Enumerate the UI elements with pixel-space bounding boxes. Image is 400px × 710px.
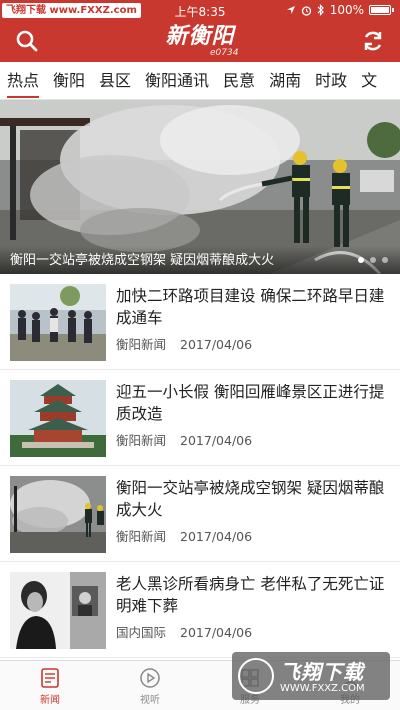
- news-source: 衡阳新闻: [116, 433, 167, 448]
- battery-percent: 100%: [329, 3, 364, 17]
- location-arrow-icon: [286, 6, 295, 14]
- tab-counties[interactable]: 县区: [92, 62, 138, 99]
- headline-carousel[interactable]: 衡阳一交站亭被烧成空钢架 疑因烟蒂酿成大火: [0, 100, 400, 274]
- news-date: 2017/04/06: [180, 433, 253, 448]
- news-title: 迎五一小长假 衡阳回雁峰景区正进行提质改造: [116, 383, 385, 423]
- battery-tip: [392, 8, 394, 12]
- tab-public-opinion[interactable]: 民意: [216, 62, 262, 99]
- carousel-caption: 衡阳一交站亭被烧成空钢架 疑因烟蒂酿成大火: [10, 253, 275, 268]
- nav-media-label: 视听: [140, 695, 160, 706]
- news-thumbnail-meeting: [10, 284, 106, 361]
- tab-hot[interactable]: 热点: [0, 62, 46, 99]
- news-item[interactable]: 衡阳一交站亭被烧成空钢架 疑因烟蒂酿成大火 衡阳新闻 2017/04/06: [0, 466, 400, 562]
- news-title: 老人黑诊所看病身亡 老伴私了无死亡证明难下葬: [116, 575, 385, 615]
- news-thumbnail-pavilion: [10, 380, 106, 457]
- app-logo: 新衡阳 e0734: [0, 24, 400, 58]
- nav-news[interactable]: 新闻: [0, 661, 100, 710]
- status-bar: 飞翔下载 www.FXXZ.com 上午8:35 100%: [0, 0, 400, 20]
- nav-media[interactable]: 视听: [100, 661, 200, 710]
- news-title: 加快二环路项目建设 确保二环路早日建成通车: [116, 287, 385, 327]
- news-date: 2017/04/06: [180, 337, 253, 352]
- tab-politics[interactable]: 时政: [308, 62, 354, 99]
- news-date: 2017/04/06: [180, 625, 253, 640]
- news-date: 2017/04/06: [180, 529, 253, 544]
- news-meta: 衡阳新闻 2017/04/06: [116, 430, 252, 449]
- news-meta: 国内国际 2017/04/06: [116, 622, 252, 641]
- refresh-button[interactable]: [360, 28, 386, 54]
- category-tabs: 热点 衡阳 县区 衡阳通讯 民意 湖南 时政文: [0, 62, 400, 100]
- news-source: 衡阳新闻: [116, 529, 167, 544]
- news-list: 加快二环路项目建设 确保二环路早日建成通车 衡阳新闻 2017/04/06 迎五一…: [0, 274, 400, 658]
- logo-title: 新衡阳: [165, 24, 235, 49]
- tab-hengyang[interactable]: 衡阳: [46, 62, 92, 99]
- tab-culture[interactable]: 文: [354, 62, 384, 99]
- play-icon: [140, 668, 160, 688]
- bluetooth-icon: [317, 4, 324, 16]
- news-item[interactable]: 迎五一小长假 衡阳回雁峰景区正进行提质改造 衡阳新闻 2017/04/06: [0, 370, 400, 466]
- tab-hengyang-news[interactable]: 衡阳通讯: [138, 62, 216, 99]
- news-item[interactable]: 加快二环路项目建设 确保二环路早日建成通车 衡阳新闻 2017/04/06: [0, 274, 400, 370]
- watermark-url: WWW.FXXZ.COM: [280, 683, 365, 694]
- news-meta: 衡阳新闻 2017/04/06: [116, 334, 252, 353]
- watermark: 飞翔下载 WWW.FXXZ.COM: [232, 652, 390, 700]
- carousel-dot[interactable]: [370, 257, 376, 263]
- news-title: 衡阳一交站亭被烧成空钢架 疑因烟蒂酿成大火: [116, 479, 385, 519]
- news-thumbnail-fire: [10, 476, 106, 553]
- logo-subtitle: e0734: [210, 48, 239, 58]
- news-item[interactable]: 老人黑诊所看病身亡 老伴私了无死亡证明难下葬 国内国际 2017/04/06: [0, 562, 400, 658]
- news-icon: [41, 668, 59, 688]
- watermark-logo-icon: [238, 658, 274, 694]
- news-source: 衡阳新闻: [116, 337, 167, 352]
- news-source: 国内国际: [116, 625, 167, 640]
- alarm-icon: [301, 5, 311, 16]
- battery-icon: [369, 5, 391, 15]
- carousel-dots: [358, 257, 388, 263]
- tab-hunan[interactable]: 湖南: [262, 62, 308, 99]
- news-thumbnail-elder: [10, 572, 106, 649]
- refresh-icon: [364, 31, 382, 51]
- nav-news-label: 新闻: [40, 695, 60, 706]
- app-header: 新衡阳 e0734: [0, 20, 400, 62]
- carousel-dot[interactable]: [382, 257, 388, 263]
- news-meta: 衡阳新闻 2017/04/06: [116, 526, 252, 545]
- watermark-title: 飞翔下载: [280, 660, 364, 684]
- status-right: 100%: [286, 3, 394, 17]
- carousel-dot[interactable]: [358, 257, 364, 263]
